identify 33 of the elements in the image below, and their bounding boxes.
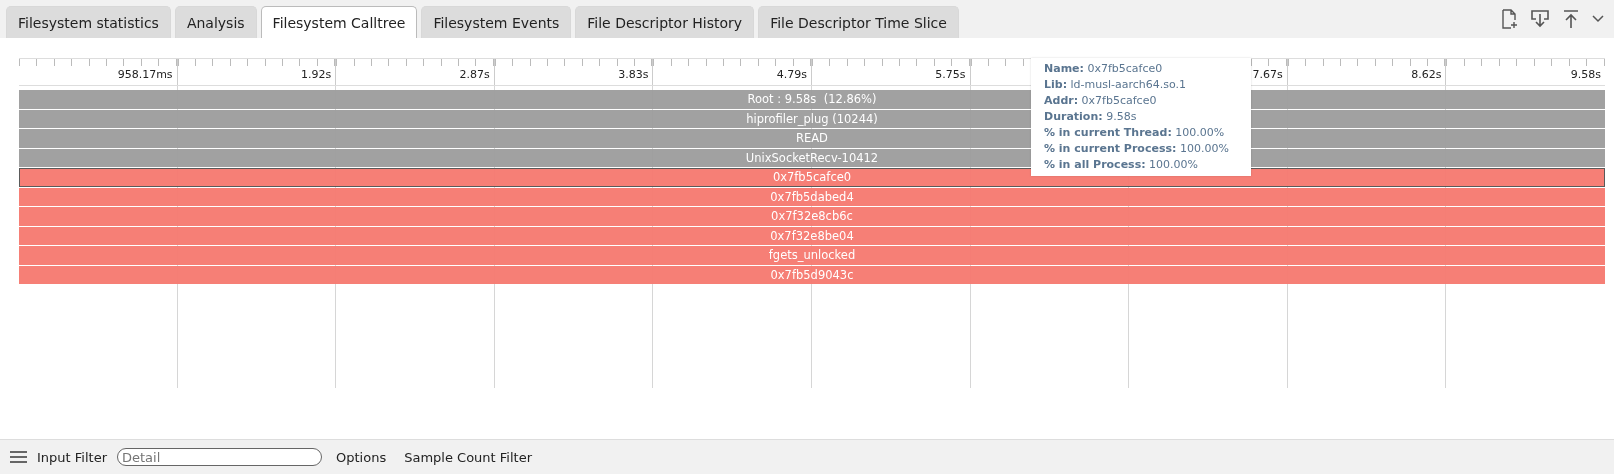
time-label: 3.83s	[618, 68, 650, 81]
time-label: 2.87s	[459, 68, 491, 81]
filter-label: Input Filter	[37, 449, 107, 465]
sample-count-filter-button[interactable]: Sample Count Filter	[400, 449, 536, 465]
flame-frame[interactable]: 0x7fb5d9043c	[19, 265, 1605, 284]
tab[interactable]: Analysis	[174, 6, 257, 38]
tab[interactable]: File Descriptor Time Slice	[758, 6, 959, 38]
time-label: 5.75s	[935, 68, 967, 81]
time-label: 8.62s	[1411, 68, 1443, 81]
tooltip-line: Name: 0x7fb5cafce0	[1044, 61, 1164, 77]
tooltip-line: Duration: 9.58s	[1044, 109, 1138, 125]
tab[interactable]: Filesystem Calltree	[260, 6, 418, 38]
time-label: 1.92s	[300, 68, 333, 81]
file-add-icon[interactable]	[1500, 9, 1518, 29]
tab[interactable]: Filesystem Events	[421, 6, 572, 38]
time-label: 958.17ms	[117, 68, 174, 81]
tooltip-line: Lib: ld-musl-aarch64.so.1	[1044, 77, 1188, 93]
filter-input[interactable]: Detail	[117, 448, 322, 466]
menu-icon[interactable]	[10, 450, 27, 464]
time-label: 4.79s	[776, 68, 808, 81]
flame-frame[interactable]: 0x7f32e8cb6c	[19, 207, 1605, 226]
tab[interactable]: File Descriptor History	[575, 6, 755, 38]
download-icon[interactable]	[1530, 9, 1550, 29]
flame-frame[interactable]: fgets_unlocked	[19, 246, 1605, 265]
tab[interactable]: Filesystem statistics	[6, 6, 171, 38]
flame-frame[interactable]: 0x7fb5dabed4	[19, 187, 1605, 206]
upload-icon[interactable]	[1562, 9, 1580, 29]
time-label: 7.67s	[1252, 68, 1284, 81]
flame-frame[interactable]: 0x7fb5cafce0	[19, 168, 1605, 187]
tooltip-line: Addr: 0x7fb5cafce0	[1044, 93, 1158, 109]
flame-frame[interactable]: 0x7f32e8be04	[19, 226, 1605, 245]
options-button[interactable]: Options	[332, 449, 391, 465]
time-label: 9.58s	[1570, 68, 1602, 81]
